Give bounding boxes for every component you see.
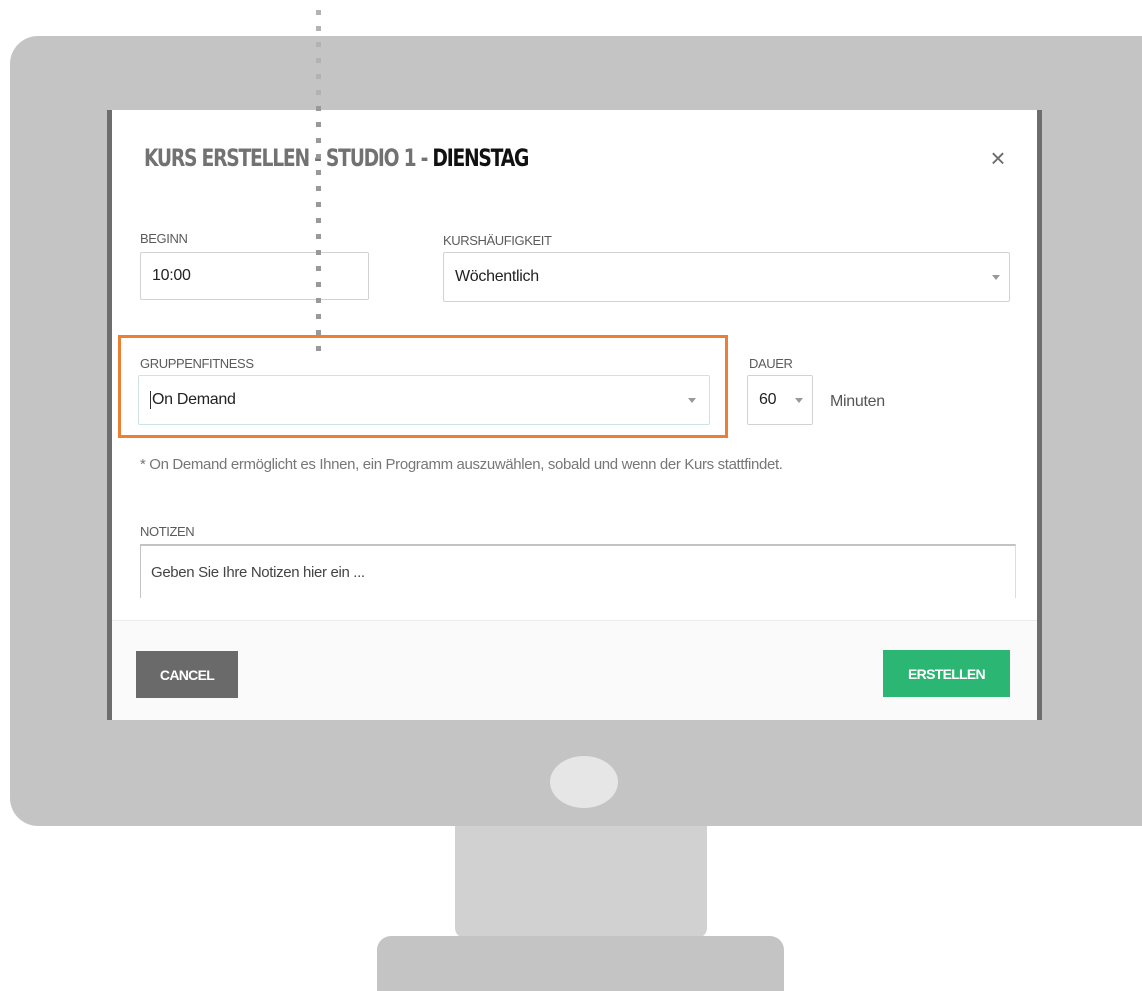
leader-dot <box>316 298 321 303</box>
leader-dot <box>316 90 321 95</box>
leader-dot <box>316 106 321 111</box>
cancel-button[interactable]: CANCEL <box>136 651 238 698</box>
on-demand-hint: * On Demand ermöglicht es Ihnen, ein Pro… <box>140 456 783 473</box>
monitor-stand-base <box>377 936 784 991</box>
begin-time-input[interactable]: 10:00 <box>140 252 369 300</box>
frequency-select[interactable]: Wöchentlich <box>443 252 1010 302</box>
leader-dot <box>316 170 321 175</box>
close-icon[interactable]: × <box>984 144 1012 172</box>
leader-dot <box>316 186 321 191</box>
text-cursor <box>150 391 151 409</box>
dialog-title-prefix: KURS ERSTELLEN - STUDIO 1 - <box>144 144 433 172</box>
notes-placeholder: Geben Sie Ihre Notizen hier ein ... <box>151 563 365 581</box>
leader-dot <box>316 314 321 319</box>
leader-dot <box>316 138 321 143</box>
leader-dot <box>316 26 321 31</box>
leader-dot <box>316 10 321 15</box>
leader-dot <box>316 42 321 47</box>
dialog-title: KURS ERSTELLEN - STUDIO 1 - DIENSTAG <box>144 144 529 172</box>
leader-dot <box>316 234 321 239</box>
leader-dot <box>316 218 321 223</box>
begin-time-value: 10:00 <box>152 267 191 284</box>
duration-label: DAUER <box>749 356 793 371</box>
leader-dot <box>316 74 321 79</box>
group-fitness-label: GRUPPENFITNESS <box>140 356 254 371</box>
leader-dot <box>316 330 321 335</box>
leader-dot <box>316 282 321 287</box>
chevron-down-icon <box>992 275 1000 280</box>
leader-dot <box>316 122 321 127</box>
monitor-stand-neck <box>455 826 707 938</box>
notes-textarea[interactable]: Geben Sie Ihre Notizen hier ein ... <box>140 544 1016 598</box>
begin-label: BEGINN <box>140 231 188 246</box>
group-fitness-value: On Demand <box>152 391 236 408</box>
group-fitness-select[interactable]: On Demand <box>138 375 710 425</box>
leader-dot <box>316 250 321 255</box>
leader-dot <box>316 154 321 159</box>
frequency-label: KURSHÄUFIGKEIT <box>443 233 552 248</box>
leader-dot <box>316 346 321 351</box>
leader-dot <box>316 58 321 63</box>
leader-dot <box>316 266 321 271</box>
chevron-down-icon <box>795 398 803 403</box>
leader-dot <box>316 202 321 207</box>
create-course-dialog: KURS ERSTELLEN - STUDIO 1 - DIENSTAG × B… <box>107 110 1042 720</box>
frequency-value: Wöchentlich <box>455 268 539 285</box>
monitor-power-button <box>550 756 618 808</box>
chevron-down-icon <box>688 398 696 403</box>
duration-value: 60 <box>759 391 777 408</box>
create-button[interactable]: ERSTELLEN <box>883 650 1010 697</box>
duration-unit: Minuten <box>830 393 885 410</box>
notes-label: NOTIZEN <box>140 524 195 539</box>
duration-select[interactable]: 60 <box>747 375 813 425</box>
dialog-title-day: DIENSTAG <box>432 144 529 172</box>
dialog-footer: CANCEL ERSTELLEN <box>112 620 1037 720</box>
